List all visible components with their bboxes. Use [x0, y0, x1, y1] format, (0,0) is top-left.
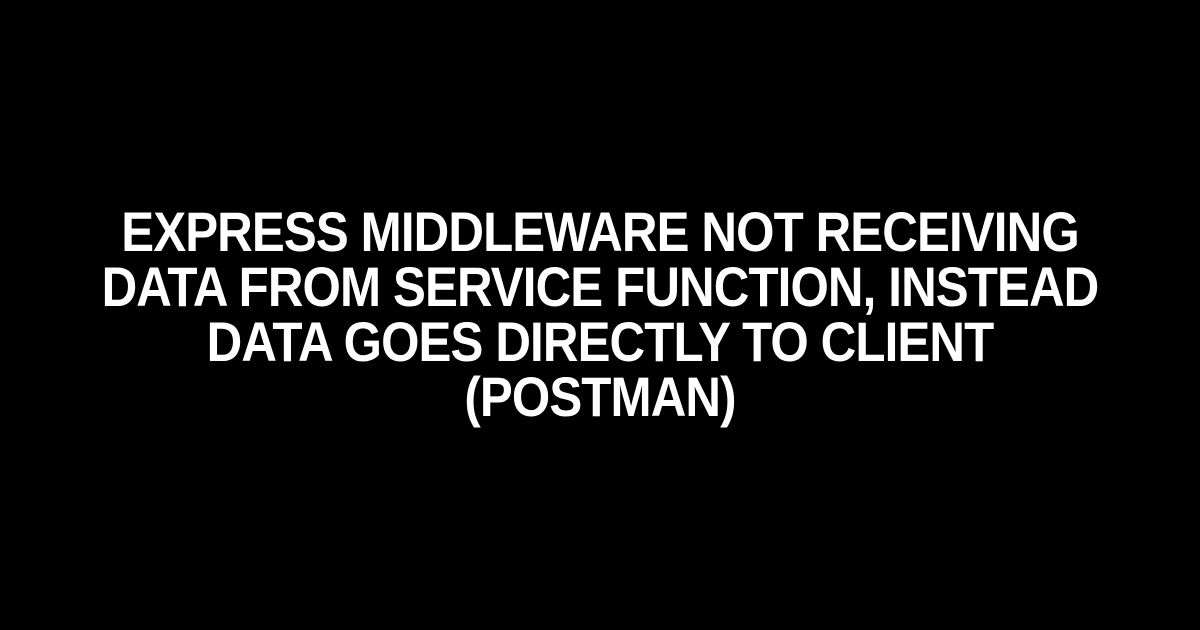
- page-title: EXPRESS MIDDLEWARE NOT RECEIVING DATA FR…: [72, 205, 1128, 425]
